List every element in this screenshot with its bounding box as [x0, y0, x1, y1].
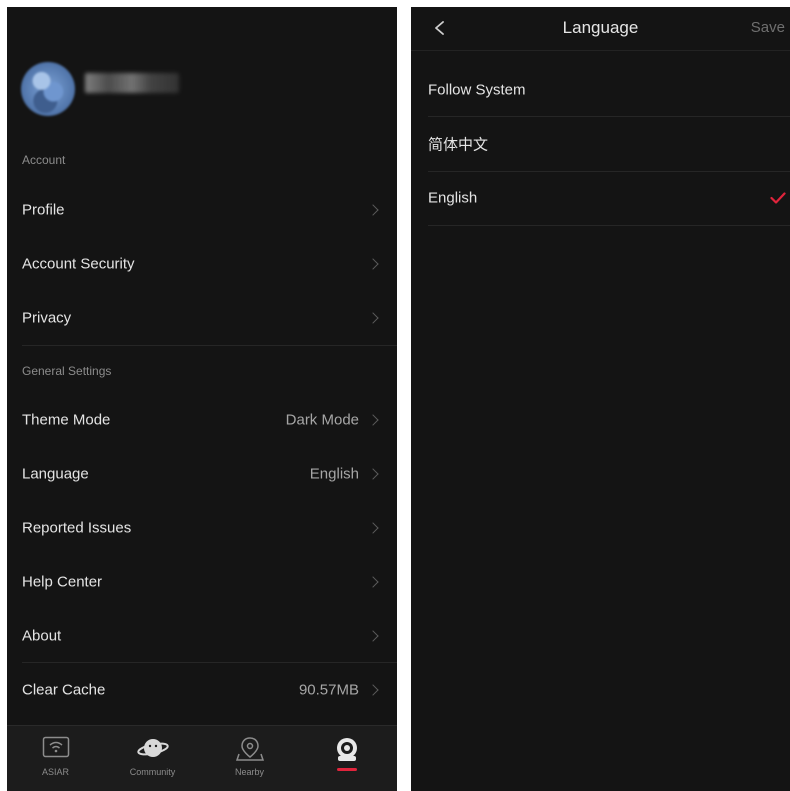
tab-profile[interactable] [298, 726, 395, 791]
settings-row-privacy[interactable]: Privacy [7, 291, 397, 345]
language-option-label: Follow System [428, 81, 526, 99]
chevron-right-icon [367, 576, 379, 588]
row-label: Reported Issues [22, 519, 132, 537]
divider [428, 225, 790, 226]
settings-row-theme-mode[interactable]: Theme Mode Dark Mode [7, 393, 397, 447]
settings-row-help-center[interactable]: Help Center [7, 555, 397, 609]
settings-row-reported-issues[interactable]: Reported Issues [7, 501, 397, 555]
chevron-right-icon [367, 522, 379, 534]
avatar[interactable] [21, 62, 75, 116]
settings-row-clear-cache[interactable]: Clear Cache 90.57MB [7, 663, 397, 717]
back-chevron-icon[interactable] [433, 21, 447, 35]
planet-icon [136, 739, 169, 757]
language-option-label: 简体中文 [428, 136, 489, 154]
language-option-simplified-chinese[interactable]: 简体中文 [411, 117, 790, 171]
chevron-right-icon [367, 204, 379, 216]
tab-label: Nearby [234, 767, 264, 777]
chevron-right-icon [367, 468, 379, 480]
tab-community[interactable]: Community [104, 726, 201, 791]
tab-asiar[interactable]: ASIAR [7, 726, 104, 791]
page-title: Language [562, 18, 639, 37]
row-label: Help Center [22, 573, 103, 591]
row-value: Dark Mode [285, 411, 359, 429]
settings-row-language[interactable]: Language English [7, 447, 397, 501]
save-button[interactable]: Save [751, 19, 785, 36]
checkmark-icon [770, 192, 786, 204]
settings-row-account-security[interactable]: Account Security [7, 237, 397, 291]
bottom-tab-bar: ASIAR Community Nearby [7, 725, 397, 791]
username-blurred [85, 73, 179, 93]
tab-nearby[interactable]: Nearby [201, 726, 298, 791]
settings-screen: Account Profile Account Security Privacy… [7, 7, 397, 791]
section-label-account: Account [22, 153, 66, 167]
language-option-english[interactable]: English [411, 171, 790, 225]
map-pin-icon [235, 737, 264, 761]
language-option-label: English [428, 189, 478, 207]
wifi-screen-icon [42, 736, 69, 758]
robot-profile-icon [336, 738, 357, 761]
language-option-follow-system[interactable]: Follow System [411, 63, 790, 117]
chevron-right-icon [367, 684, 379, 696]
chevron-right-icon [367, 630, 379, 642]
active-tab-indicator [336, 768, 357, 771]
settings-row-profile[interactable]: Profile [7, 183, 397, 237]
section-label-general-settings: General Settings [22, 364, 112, 378]
row-value: 90.57MB [298, 681, 359, 699]
profile-header[interactable] [7, 7, 397, 147]
language-screen: Language Save Follow System 简体中文 English [411, 7, 790, 791]
row-label: Clear Cache [22, 681, 106, 699]
row-label: About [22, 627, 62, 645]
row-label: Theme Mode [22, 411, 111, 429]
settings-row-about[interactable]: About [7, 609, 397, 663]
row-label: Language [22, 465, 89, 483]
chevron-right-icon [367, 414, 379, 426]
divider [22, 345, 397, 346]
tab-label: ASIAR [41, 767, 69, 777]
row-label: Privacy [22, 309, 72, 327]
chevron-right-icon [367, 312, 379, 324]
nav-bar: Language Save [411, 7, 790, 51]
row-label: Account Security [22, 255, 135, 273]
row-value: English [309, 465, 359, 483]
chevron-right-icon [367, 258, 379, 270]
row-label: Profile [22, 201, 65, 219]
tab-label: Community [129, 767, 176, 777]
